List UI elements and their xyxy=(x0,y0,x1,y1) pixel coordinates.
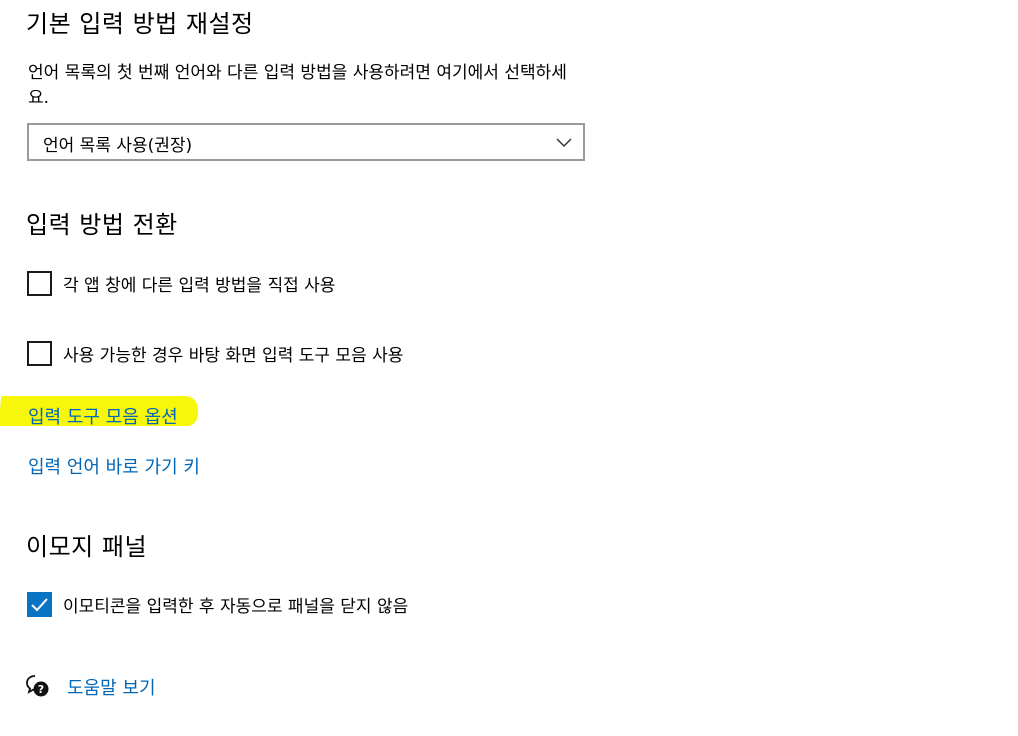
svg-text:?: ? xyxy=(38,683,44,696)
option-desktop-toolbar[interactable] xyxy=(27,341,52,366)
per-app-input-checkbox[interactable] xyxy=(27,271,52,296)
desktop-toolbar-label: 사용 가능한 경우 바탕 화면 입력 도구 모음 사용 xyxy=(63,346,404,366)
emoji-autoclose-checkbox[interactable] xyxy=(27,592,52,617)
help-chat-icon: ? xyxy=(26,675,49,697)
emoji-autoclose-label: 이모티콘을 입력한 후 자동으로 패널을 닫지 않음 xyxy=(63,597,409,617)
language-hotkeys-link[interactable]: 입력 언어 바로 가기 키 xyxy=(28,453,200,479)
dropdown-selected-value: 언어 목록 사용(권장) xyxy=(43,136,193,156)
option-emoji-autoclose[interactable] xyxy=(27,592,52,617)
switching-title: 입력 방법 전환 xyxy=(26,211,178,239)
chevron-down-icon xyxy=(556,138,572,148)
per-app-input-label: 각 앱 창에 다른 입력 방법을 직접 사용 xyxy=(63,276,336,296)
checkmark-icon xyxy=(31,598,48,612)
input-method-dropdown[interactable]: 언어 목록 사용(권장) xyxy=(27,123,585,161)
default-input-description: 언어 목록의 첫 번째 언어와 다른 입력 방법을 사용하려면 여기에서 선택하… xyxy=(28,63,567,108)
option-per-app-input[interactable] xyxy=(27,271,52,296)
default-input-title: 기본 입력 방법 재설정 xyxy=(26,10,254,38)
toolbar-options-link[interactable]: 입력 도구 모음 옵션 xyxy=(28,403,178,429)
desktop-toolbar-checkbox[interactable] xyxy=(27,341,52,366)
get-help-link[interactable]: 도움말 보기 xyxy=(67,674,156,700)
emoji-panel-title: 이모지 패널 xyxy=(26,533,148,561)
